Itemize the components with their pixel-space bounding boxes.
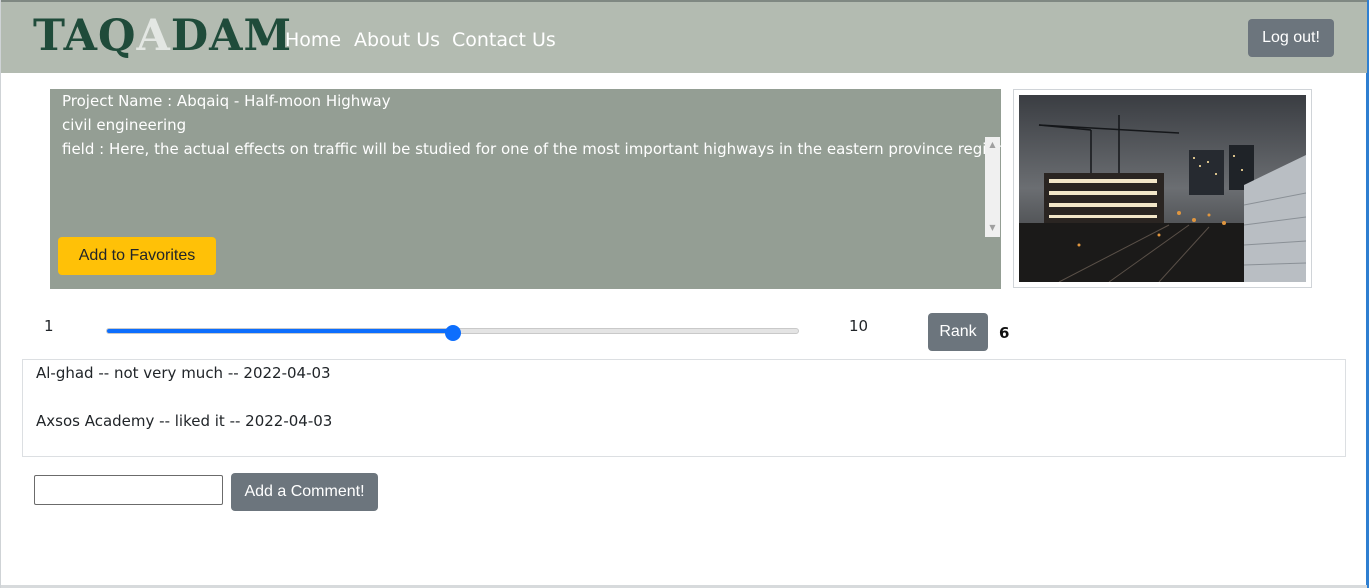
project-image [1013,89,1312,288]
rank-button[interactable]: Rank [928,313,988,351]
rank-max-label: 10 [849,317,869,335]
comments-list: Al-ghad -- not very much -- 2022-04-03 A… [22,359,1346,457]
scroll-down-icon[interactable]: ▼ [985,223,1000,232]
rank-min-label: 1 [44,317,54,335]
project-category: civil engineering [62,116,187,134]
navbar: TAQADAM Home About Us Contact Us Log out… [1,0,1367,73]
nav-link-home[interactable]: Home [285,28,341,52]
taqadam-logo[interactable]: TAQADAM [33,8,292,64]
comment-item: Al-ghad -- not very much -- 2022-04-03 [36,364,331,382]
add-comment-button[interactable]: Add a Comment! [231,473,378,511]
rank-slider-fill [107,329,453,333]
logout-button[interactable]: Log out! [1248,19,1334,57]
construction-site-photo [1019,95,1306,282]
nav-link-about[interactable]: About Us [354,28,440,52]
comment-item: Axsos Academy -- liked it -- 2022-04-03 [36,412,333,430]
project-field: field : Here, the actual effects on traf… [62,140,1006,158]
scroll-up-icon[interactable]: ▲ [985,140,1000,149]
rank-slider-thumb[interactable] [444,325,461,341]
rank-value: 6 [999,324,1010,342]
nav-link-contact[interactable]: Contact Us [452,28,556,52]
project-scrollbar[interactable]: ▲ ▼ [985,137,1000,237]
project-name: Project Name : Abqaiq - Half-moon Highwa… [62,92,391,110]
add-to-favorites-button[interactable]: Add to Favorites [58,237,216,275]
comment-input[interactable] [34,475,223,505]
